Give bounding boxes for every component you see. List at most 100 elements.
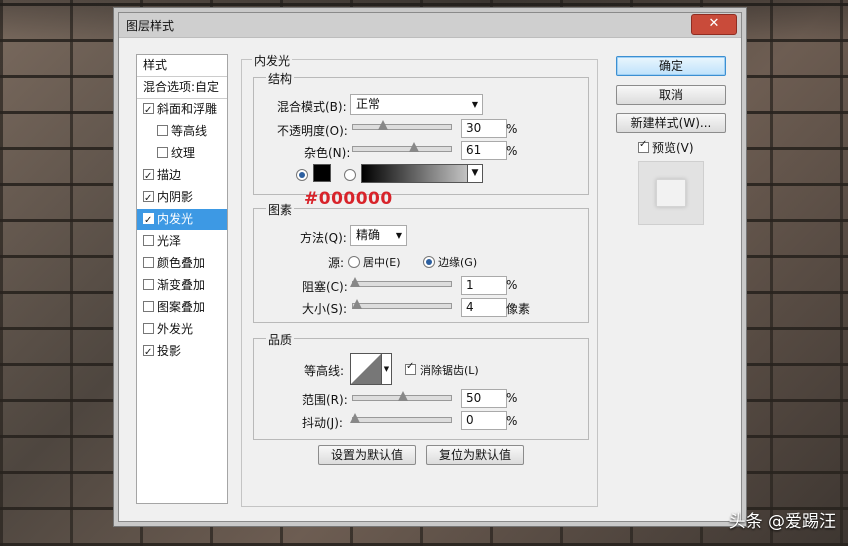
set-default-button[interactable]: 设置为默认值 — [318, 445, 416, 465]
blend-mode-select[interactable]: 正常 ▼ — [350, 94, 483, 115]
cancel-button[interactable]: 取消 — [616, 85, 726, 105]
styles-header[interactable]: 样式 — [137, 55, 227, 77]
elements-title: 图素 — [266, 201, 295, 218]
blend-mode-value: 正常 — [356, 97, 381, 111]
title-bar[interactable]: 图层样式 ✕ — [119, 13, 741, 38]
style-item-checkbox[interactable] — [143, 301, 154, 312]
jitter-slider[interactable] — [350, 413, 452, 423]
style-item[interactable]: 颜色叠加 — [137, 253, 227, 274]
style-item-checkbox[interactable] — [143, 210, 154, 231]
close-icon: ✕ — [708, 16, 720, 31]
noise-slider-thumb[interactable] — [409, 142, 419, 152]
jitter-unit: % — [506, 414, 518, 428]
style-item-label: 内发光 — [157, 212, 194, 226]
size-input[interactable]: 4 — [461, 298, 507, 317]
source-edge-radio[interactable] — [423, 256, 435, 268]
blend-mode-label: 混合模式(B): — [277, 100, 347, 114]
choke-input[interactable]: 1 — [461, 276, 507, 295]
style-item-checkbox[interactable] — [143, 342, 154, 363]
close-button[interactable]: ✕ — [691, 14, 737, 35]
preview-thumbnail — [638, 161, 704, 225]
style-item-checkbox[interactable] — [143, 100, 154, 121]
style-item[interactable]: 内发光 — [137, 209, 227, 231]
style-item[interactable]: 投影 — [137, 341, 227, 363]
chevron-down-icon: ▼ — [471, 100, 478, 109]
style-item-checkbox[interactable] — [143, 323, 154, 334]
antialias-checkbox[interactable] — [405, 361, 416, 375]
style-item[interactable]: 图案叠加 — [137, 297, 227, 318]
blend-options-item[interactable]: 混合选项:自定 — [137, 77, 227, 99]
noise-input[interactable]: 61 — [461, 141, 507, 160]
solid-color-radio[interactable] — [296, 169, 308, 181]
panel-title: 内发光 — [252, 52, 293, 69]
style-item[interactable]: 等高线 — [137, 121, 227, 142]
jitter-input[interactable]: 0 — [461, 411, 507, 430]
method-value: 精确 — [356, 228, 381, 242]
range-input[interactable]: 50 — [461, 389, 507, 408]
color-swatch[interactable] — [313, 164, 331, 182]
styles-list: 样式 混合选项:自定 斜面和浮雕等高线纹理描边内阴影内发光光泽颜色叠加渐变叠加图… — [136, 54, 228, 504]
source-center-radio[interactable] — [348, 256, 360, 268]
jitter-slider-thumb[interactable] — [350, 413, 360, 423]
contour-label: 等高线: — [304, 364, 345, 378]
style-item-label: 渐变叠加 — [157, 278, 206, 292]
choke-unit: % — [506, 278, 518, 292]
size-slider[interactable] — [352, 299, 452, 309]
gradient-radio[interactable] — [344, 169, 356, 181]
style-item-label: 投影 — [157, 344, 182, 358]
source-edge-label[interactable]: 边缘(G) — [438, 254, 477, 270]
range-label: 范围(R): — [302, 393, 348, 407]
style-item[interactable]: 内阴影 — [137, 187, 227, 209]
style-item-label: 斜面和浮雕 — [157, 102, 218, 116]
style-item-label: 纹理 — [171, 146, 196, 160]
contour-dropdown-icon[interactable]: ▼ — [381, 353, 392, 385]
new-style-button[interactable]: 新建样式(W)... — [616, 113, 726, 133]
structure-title: 结构 — [266, 70, 295, 87]
style-item-label: 颜色叠加 — [157, 256, 206, 270]
contour-linear-icon — [351, 354, 381, 384]
reset-default-button[interactable]: 复位为默认值 — [426, 445, 524, 465]
dialog-title: 图层样式 — [126, 19, 175, 33]
gradient-dropdown-icon[interactable]: ▼ — [467, 165, 482, 182]
style-item-checkbox[interactable] — [143, 166, 154, 187]
opacity-input[interactable]: 30 — [461, 119, 507, 138]
size-label: 大小(S): — [302, 302, 348, 316]
source-label: 源: — [328, 256, 345, 270]
style-item[interactable]: 外发光 — [137, 319, 227, 340]
opacity-label: 不透明度(O): — [277, 124, 348, 138]
style-item-checkbox[interactable] — [157, 125, 168, 136]
style-item[interactable]: 描边 — [137, 165, 227, 187]
style-item-checkbox[interactable] — [143, 257, 154, 268]
choke-slider[interactable] — [350, 277, 452, 287]
preview-checkbox[interactable] — [638, 139, 649, 153]
gradient-picker[interactable]: ▼ — [361, 164, 483, 183]
range-slider-thumb[interactable] — [398, 391, 408, 401]
contour-picker[interactable] — [350, 353, 382, 385]
preview-label[interactable]: 预览(V) — [652, 139, 694, 156]
style-item[interactable]: 光泽 — [137, 231, 227, 252]
opacity-slider-thumb[interactable] — [378, 120, 388, 130]
size-slider-thumb[interactable] — [352, 299, 362, 309]
style-item-checkbox[interactable] — [143, 235, 154, 246]
style-item[interactable]: 纹理 — [137, 143, 227, 164]
opacity-slider[interactable] — [352, 120, 452, 130]
choke-slider-thumb[interactable] — [350, 277, 360, 287]
style-item-label: 光泽 — [157, 234, 182, 248]
style-item-checkbox[interactable] — [157, 147, 168, 158]
layer-style-dialog: 图层样式 ✕ 样式 混合选项:自定 斜面和浮雕等高线纹理描边内阴影内发光光泽颜色… — [118, 12, 742, 522]
style-item-checkbox[interactable] — [143, 188, 154, 209]
opacity-unit: % — [506, 122, 518, 136]
method-select[interactable]: 精确 ▼ — [350, 225, 407, 246]
antialias-label[interactable]: 消除锯齿(L) — [420, 362, 479, 378]
noise-unit: % — [506, 144, 518, 158]
range-slider[interactable] — [352, 391, 452, 401]
style-item[interactable]: 渐变叠加 — [137, 275, 227, 296]
style-item[interactable]: 斜面和浮雕 — [137, 99, 227, 121]
quality-title: 品质 — [266, 331, 295, 348]
ok-button[interactable]: 确定 — [616, 56, 726, 76]
noise-slider[interactable] — [352, 142, 452, 152]
style-item-checkbox[interactable] — [143, 279, 154, 290]
size-unit: 像素 — [506, 302, 531, 316]
source-center-label[interactable]: 居中(E) — [363, 254, 401, 270]
watermark: 头条 @爱踢汪 — [728, 512, 836, 532]
